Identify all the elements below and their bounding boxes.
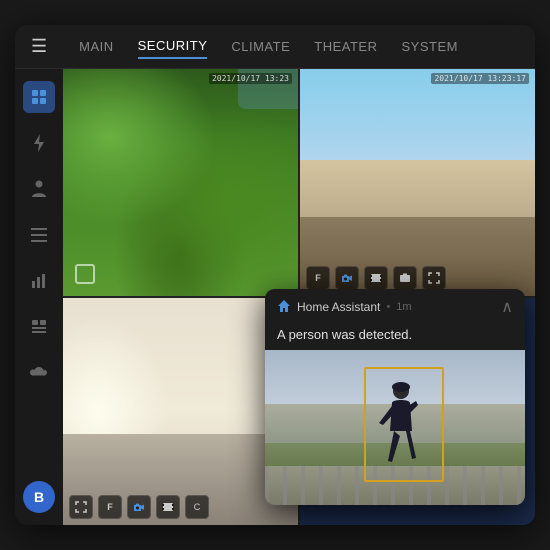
sidebar-icon-list[interactable] [23, 219, 55, 251]
cam1-expand-icon[interactable] [75, 264, 95, 284]
sidebar-icon-chart[interactable] [23, 265, 55, 297]
content-area: B 2021/10/17 13:23 2021/10/17 13:23:17 F [15, 69, 535, 525]
cam3-f-btn[interactable]: F [98, 495, 122, 519]
sidebar-icon-play[interactable] [23, 311, 55, 343]
cam3-camera-btn[interactable] [127, 495, 151, 519]
sidebar-avatar[interactable]: B [23, 481, 55, 513]
cam3-expand-btn[interactable] [69, 495, 93, 519]
cam3-film-btn[interactable] [156, 495, 180, 519]
hamburger-icon[interactable]: ☰ [31, 36, 47, 57]
sidebar-icon-grid[interactable] [23, 81, 55, 113]
camera-cell-1[interactable]: 2021/10/17 13:23 [63, 69, 298, 296]
cam2-controls: F [306, 266, 446, 290]
cam1-timestamp: 2021/10/17 13:23 [209, 73, 292, 84]
cam2-timestamp: 2021/10/17 13:23:17 [431, 73, 529, 84]
notif-message: A person was detected. [265, 325, 525, 350]
notif-app-name: Home Assistant [297, 300, 380, 314]
home-icon [277, 299, 291, 316]
cam3-c-btn[interactable]: C [185, 495, 209, 519]
sidebar: B [15, 69, 63, 525]
app-container: ☰ MAIN SECURITY CLIMATE THEATER SYSTEM [15, 25, 535, 525]
notif-img-background [265, 350, 525, 505]
camera-cell-2[interactable]: 2021/10/17 13:23:17 F [300, 69, 535, 296]
camera-cell-3[interactable]: F C [63, 298, 298, 525]
notif-header: Home Assistant • 1m ∧ [265, 289, 525, 325]
cam2-film-btn[interactable] [364, 266, 388, 290]
camera-grid: 2021/10/17 13:23 2021/10/17 13:23:17 F [63, 69, 535, 525]
nav-theater[interactable]: THEATER [314, 35, 377, 58]
sidebar-icon-cloud[interactable] [23, 357, 55, 389]
nav-climate[interactable]: CLIMATE [231, 35, 290, 58]
notif-title-area: Home Assistant • 1m [277, 299, 412, 316]
detection-bounding-box [364, 367, 444, 482]
cam3-controls: F C [69, 495, 209, 519]
nav-security[interactable]: SECURITY [138, 34, 208, 59]
top-nav: ☰ MAIN SECURITY CLIMATE THEATER SYSTEM [15, 25, 535, 69]
sidebar-icon-lightning[interactable] [23, 127, 55, 159]
notification-card: Home Assistant • 1m ∧ A person was detec… [265, 289, 525, 505]
nav-system[interactable]: SYSTEM [401, 35, 457, 58]
cam2-f-btn[interactable]: F [306, 266, 330, 290]
notif-dot: • [386, 301, 390, 313]
notif-image [265, 350, 525, 505]
notif-time: 1m [396, 301, 411, 313]
cam2-photo-btn[interactable] [393, 266, 417, 290]
nav-main[interactable]: MAIN [79, 35, 114, 58]
notif-close-btn[interactable]: ∧ [501, 297, 513, 317]
sidebar-icon-person[interactable] [23, 173, 55, 205]
cam2-expand-btn[interactable] [422, 266, 446, 290]
cam2-camera-btn[interactable] [335, 266, 359, 290]
